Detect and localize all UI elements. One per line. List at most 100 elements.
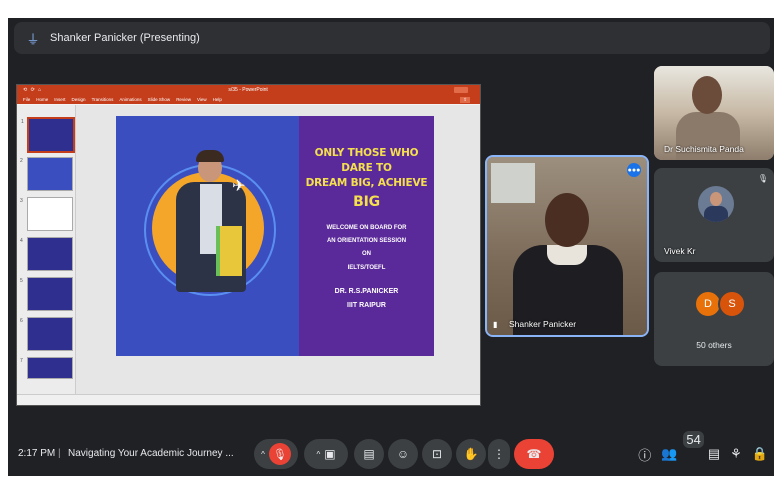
presenter-title: Shanker Panicker (Presenting): [50, 32, 200, 44]
participant-name: Shanker Panicker: [509, 319, 577, 329]
welcome-line: ON: [362, 251, 371, 258]
slide-welcome: WELCOME ON BOARD FOR AN ORIENTATION SESS…: [299, 222, 434, 275]
slide-thumbnail: 3: [20, 197, 73, 231]
ribbon-tab: Review: [176, 97, 191, 102]
ppt-ribbon: File Home Insert Design Transitions Anim…: [17, 95, 480, 104]
slide-text-panel: ONLY THOSE WHO DARE TO DREAM BIG, ACHIEV…: [299, 116, 434, 356]
author-org: IIIT RAIPUR: [347, 301, 386, 309]
slide-thumbnail: 1: [21, 117, 75, 153]
participant-tile-others[interactable]: D S 50 others: [654, 272, 774, 366]
slide-thumbnail: 7: [20, 357, 73, 379]
others-avatars: D S: [694, 290, 746, 318]
clock: 2:17 PM: [18, 448, 56, 459]
chevron-up-icon: ^: [316, 449, 321, 459]
avatar-chip: S: [718, 290, 746, 318]
slide-thumbnail: 4: [20, 237, 73, 271]
camera-icon: ▣: [324, 447, 336, 461]
participant-name: Dr Suchismita Panda: [664, 144, 744, 154]
avatar-face: [710, 192, 722, 206]
captions-button[interactable]: ▤: [354, 439, 384, 469]
mic-icon: ▮: [493, 320, 498, 329]
video-window: [491, 163, 535, 203]
participant-head: [692, 76, 722, 114]
emoji-icon: ☺: [396, 447, 410, 461]
captions-icon: ▤: [363, 447, 375, 461]
meeting-title: Navigating Your Academic Journey ...: [68, 448, 234, 459]
welcome-line: AN ORIENTATION SESSION: [326, 238, 407, 245]
slide-canvas: ✈ ONLY THOSE WHO DARE TO DREAM BIG, ACHI…: [76, 105, 480, 395]
headline-line-1: ONLY THOSE WHO DARE TO: [314, 147, 419, 175]
separator: |: [58, 448, 61, 459]
headline-line-2-text: DREAM BIG, ACHIEVE: [305, 177, 428, 190]
ribbon-tab: View: [196, 97, 207, 102]
welcome-line: WELCOME ON BOARD FOR: [326, 224, 407, 231]
headline-big-word: BIG: [353, 193, 380, 210]
ribbon-tab: Animations: [119, 97, 142, 102]
slide-illustration: ✈: [116, 116, 299, 356]
hand-icon: ✋: [463, 447, 479, 461]
ribbon-tab: File: [23, 97, 31, 102]
participant-tile-main[interactable]: ●●● ▮ Shanker Panicker: [485, 155, 649, 337]
quick-access-icons: ⟲ ⟳ ⌂: [23, 87, 43, 93]
control-bar: 2:17 PM | Navigating Your Academic Journ…: [8, 431, 774, 474]
slide-thumbnails: 1 2 3 4 5 6 7: [17, 105, 76, 395]
welcome-line: IELTS/TOEFL: [347, 264, 386, 271]
ppt-titlebar: ⟲ ⟳ ⌂ s/35 - PowerPoint: [17, 85, 480, 95]
mic-control[interactable]: ^ 🎙: [254, 439, 298, 469]
camera-control[interactable]: ^ ▣: [304, 439, 348, 469]
ribbon-tab: Insert: [54, 97, 66, 102]
chevron-up-icon: ^: [261, 449, 265, 459]
more-options-button[interactable]: ⋮: [488, 439, 510, 469]
ribbon-tab: Help: [212, 97, 222, 102]
participant-tile-suchismita[interactable]: Dr Suchismita Panda: [654, 66, 774, 160]
info-icon[interactable]: ⓘ: [638, 445, 651, 464]
presenting-icon: ⏚: [26, 31, 40, 47]
present-icon: ⊡: [431, 447, 443, 461]
author-name: DR. R.S.PANICKER: [334, 287, 399, 295]
slide-thumbnail: 6: [20, 317, 73, 351]
lock-icon[interactable]: 🔒: [752, 446, 768, 462]
ribbon-tab: Slide Show: [147, 97, 171, 102]
screenshot-frame: ⏚ Shanker Panicker (Presenting) ⟲ ⟳ ⌂ s/…: [0, 0, 776, 479]
end-call-button[interactable]: ☎: [514, 439, 554, 469]
participant-name: Vivek Kr: [664, 246, 696, 256]
slide-thumbnail: 5: [20, 277, 73, 311]
others-count: 50 others: [696, 340, 732, 350]
meet-stage: ⏚ Shanker Panicker (Presenting) ⟲ ⟳ ⌂ s/…: [8, 18, 774, 476]
slide-thumbnail: 2: [20, 157, 73, 191]
speaker-collar: [547, 245, 587, 265]
slide-author: DR. R.S.PANICKER IIIT RAIPUR: [299, 285, 434, 313]
avatar: [698, 186, 734, 222]
raise-hand-button[interactable]: ✋: [456, 439, 486, 469]
ppt-search-box: [454, 87, 468, 93]
ribbon-tab: Home: [36, 97, 49, 102]
mic-off-icon: 🎙: [757, 174, 768, 183]
mic-off-icon: 🎙: [268, 443, 291, 465]
shared-screen[interactable]: ⟲ ⟳ ⌂ s/35 - PowerPoint File Home Insert…: [16, 84, 481, 406]
slide-headline: ONLY THOSE WHO DARE TO DREAM BIG, ACHIEV…: [299, 146, 434, 212]
speaking-indicator-icon: ●●●: [627, 163, 641, 177]
chat-icon[interactable]: ▤: [708, 446, 720, 462]
end-call-icon: ☎: [526, 447, 542, 461]
people-count-badge: 54: [683, 431, 704, 448]
presenter-bar: ⏚ Shanker Panicker (Presenting): [14, 22, 770, 54]
ppt-status-bar: [17, 394, 480, 405]
avatar-shirt: [704, 206, 728, 222]
emoji-button[interactable]: ☺: [388, 439, 418, 469]
people-icon[interactable]: 👥54: [661, 431, 704, 462]
participant-tile-vivek[interactable]: 🎙 Vivek Kr: [654, 168, 774, 262]
present-button[interactable]: ⊡: [422, 439, 452, 469]
headline-line-2: DREAM BIG, ACHIEVE BIG: [299, 176, 434, 212]
ppt-body: 1 2 3 4 5 6 7 ✈ ONLY THOSE WHO DARE TO D…: [17, 105, 480, 395]
ppt-share-button: ⇪: [460, 96, 470, 103]
activities-icon[interactable]: ⚘: [730, 446, 742, 462]
speaker-head: [545, 193, 589, 247]
books-graphic: [216, 226, 242, 276]
right-controls: ⓘ 👥54 ▤ ⚘ 🔒: [638, 431, 768, 469]
more-icon: ⋮: [493, 447, 505, 461]
ppt-doc-title: s/35 - PowerPoint: [228, 87, 268, 93]
ribbon-tab: Transitions: [91, 97, 114, 102]
plane-icon: ✈: [232, 178, 246, 195]
student-hair: [196, 150, 224, 162]
ribbon-tab: Design: [71, 97, 86, 102]
